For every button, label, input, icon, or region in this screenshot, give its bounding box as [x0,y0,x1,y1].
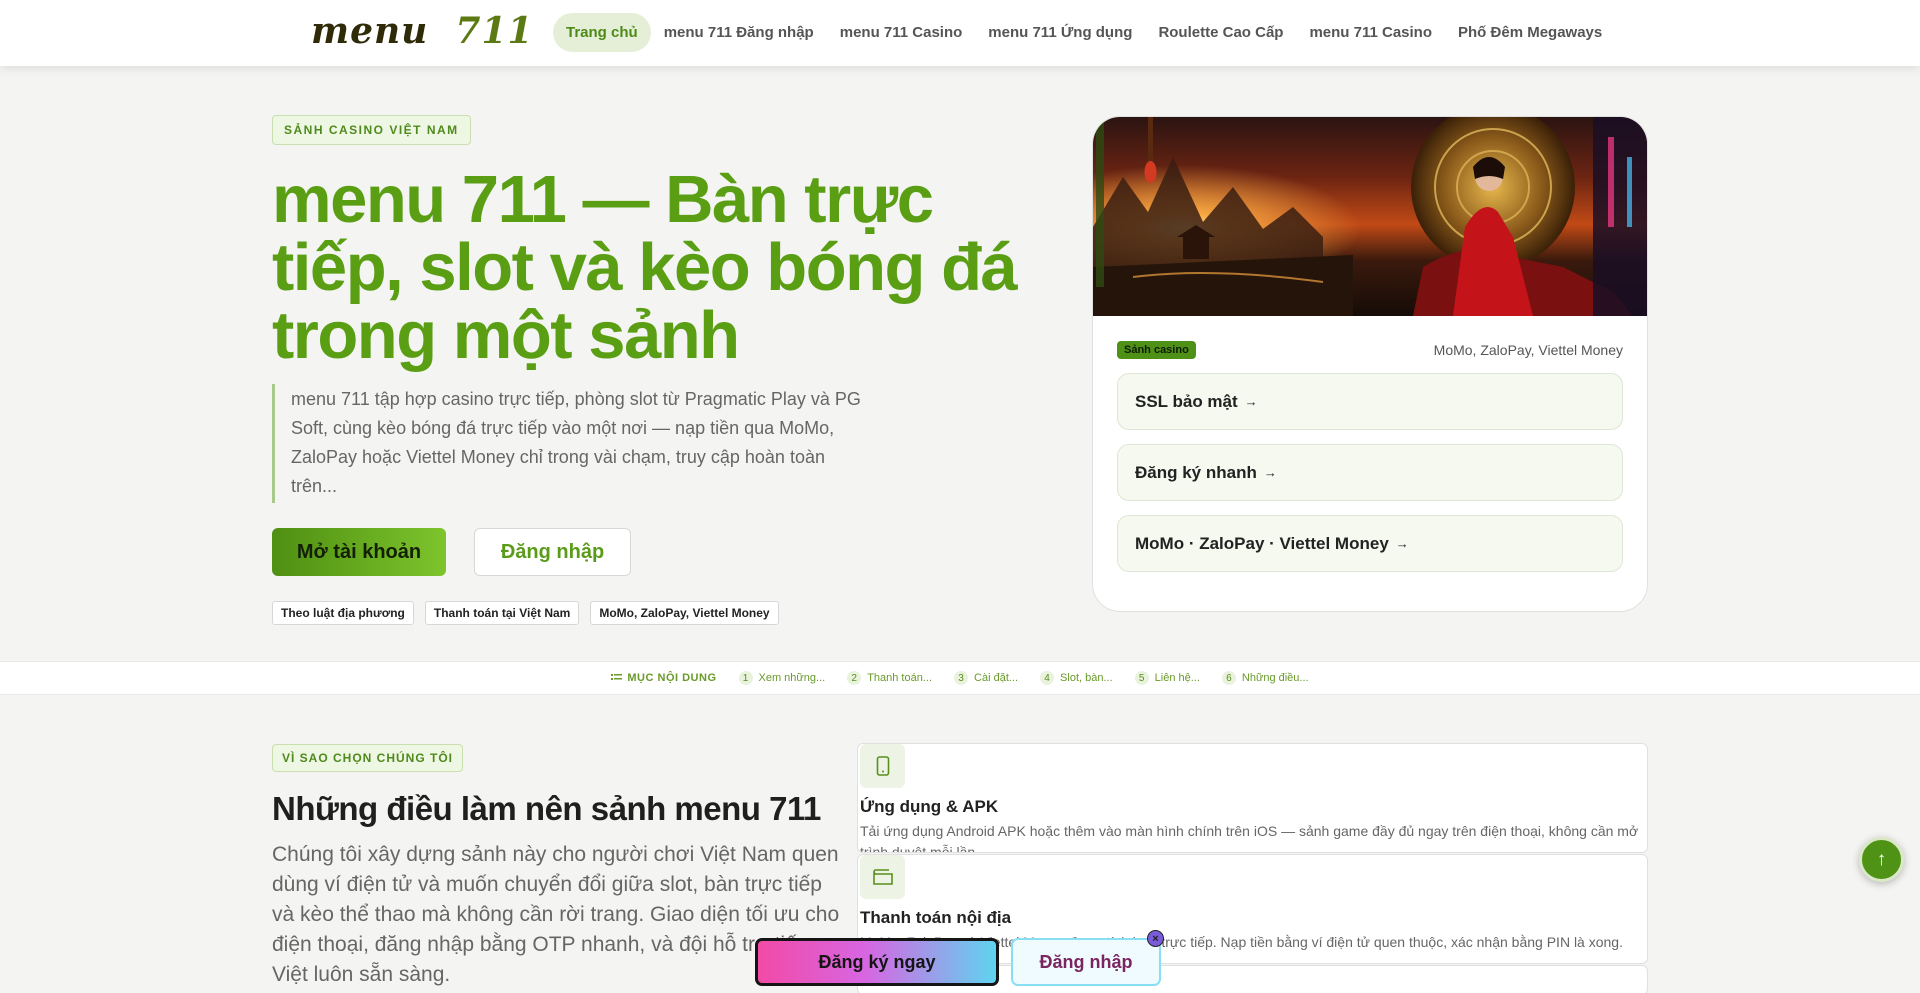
toc-item-number: 5 [1134,671,1149,685]
hero-buttons: Mở tài khoản Đăng nhập [272,528,1032,576]
toc-item-number: 3 [954,671,969,685]
why-eyebrow: VÌ SAO CHỌN CHÚNG TÔI [272,744,464,772]
feature-wallets-label: MoMo · ZaloPay · Viettel Money [1135,533,1389,553]
feature-wallets[interactable]: MoMo · ZaloPay · Viettel Money → [1117,515,1623,572]
toc-item-number: 2 [847,671,862,685]
nav-item-megaways[interactable]: Phố Đêm Megaways [1445,13,1615,52]
toc-item[interactable]: 6 Những điều... [1221,671,1309,685]
chip-wallets: MoMo, ZaloPay, Viettel Money [590,601,779,625]
arrow-right-icon: → [1244,394,1258,409]
table-of-contents: MỤC NỘI DUNG 1 Xem những... 2 Thanh toán..… [0,661,1920,695]
feature-ssl-label: SSL bảo mật [1135,391,1238,411]
why-title: Những điều làm nên sảnh menu 711 [272,790,821,827]
list-icon [611,674,623,680]
toc-item[interactable]: 4 Slot, bàn... [1040,671,1113,685]
toc-item-text: Những điều... [1241,672,1309,684]
toc-item[interactable]: 5 Liên hệ... [1134,671,1200,685]
feature-card-title: Thanh toán nội địa [860,908,1012,927]
hero-lead: menu 711 tập hợp casino trực tiếp, phòng… [272,384,872,503]
toc-item-number: 4 [1040,671,1055,685]
feature-card-app[interactable]: Ứng dụng & APK Tải ứng dụng Android APK … [857,743,1648,853]
nav-item-casino[interactable]: menu 711 Casino [827,13,976,52]
hero-title: menu 711 — Bàn trực tiếp, slot và kèo bó… [272,162,1018,373]
logo-word: menu [311,10,429,52]
hero-card-body: Sảnh casino MoMo, ZaloPay, Viettel Money… [1093,316,1647,597]
nav-item-roulette[interactable]: Roulette Cao Cấp [1145,13,1296,52]
toc-item-text: Liên hệ... [1154,672,1200,684]
hero-section: SẢNH CASINO VIỆT NAM menu 711 — Bàn trực… [272,115,1032,625]
chip-local-law: Theo luật địa phương [272,601,414,625]
toc-item[interactable]: 2 Thanh toán... [847,671,932,685]
hero-chips: Theo luật địa phương Thanh toán tại Việt… [272,601,1032,625]
casino-badge: Sảnh casino [1117,341,1196,359]
nav-item-login[interactable]: menu 711 Đăng nhập [651,13,827,52]
hero-image [1093,117,1647,316]
hero-eyebrow: SẢNH CASINO VIỆT NAM [272,115,471,145]
site-header: menu 711 Trang chủ menu 711 Đăng nhập me… [0,0,1920,66]
feature-quick-signup-label: Đăng ký nhanh [1135,462,1257,482]
phone-icon [860,744,905,788]
hero-card: Sảnh casino MoMo, ZaloPay, Viettel Money… [1092,116,1648,612]
toc-label: MỤC NỘI DUNG [611,672,716,684]
payment-methods-text: MoMo, ZaloPay, Viettel Money [1433,342,1623,358]
scroll-to-top-button[interactable]: ↑ [1859,837,1904,882]
toc-item-text: Xem những... [758,672,826,684]
nav-item-casino-2[interactable]: menu 711 Casino [1296,13,1445,52]
arrow-right-icon: → [1395,536,1409,551]
feature-card-title: Ứng dụng & APK [860,797,999,816]
close-icon[interactable]: × [1147,930,1164,947]
arrow-up-icon: ↑ [1876,848,1887,870]
feature-quick-signup[interactable]: Đăng ký nhanh → [1117,444,1623,501]
arrow-right-icon: → [1263,465,1277,480]
nav-item-home[interactable]: Trang chủ [553,13,651,52]
login-button[interactable]: Đăng nhập [474,528,631,576]
toc-item-text: Slot, bàn... [1060,672,1113,684]
sticky-cta-bar: Đăng ký ngay Đăng nhập [755,938,1161,986]
toc-item-number: 1 [738,671,753,685]
wallet-icon [860,855,905,899]
chip-vn-payment: Thanh toán tại Việt Nam [424,601,580,625]
nav-item-app[interactable]: menu 711 Ứng dụng [975,13,1145,52]
main-nav: Trang chủ menu 711 Đăng nhập menu 711 Ca… [553,13,1615,52]
toc-item-text: Cài đặt... [974,672,1019,684]
logo-number: 711 [455,10,534,52]
feature-card-desc: Tải ứng dụng Android APK hoặc thêm vào m… [860,823,1639,853]
site-logo[interactable]: menu 711 [311,10,534,52]
register-now-button[interactable]: Đăng ký ngay [755,938,999,986]
open-account-button[interactable]: Mở tài khoản [272,528,446,576]
toc-item-text: Thanh toán... [867,672,933,684]
toc-item[interactable]: 3 Cài đặt... [954,671,1018,685]
feature-ssl[interactable]: SSL bảo mật → [1117,373,1623,430]
toc-title: MỤC NỘI DUNG [627,672,717,684]
toc-item-number: 6 [1221,671,1236,685]
toc-item[interactable]: 1 Xem những... [738,671,826,685]
sticky-login-button[interactable]: Đăng nhập [1011,938,1161,986]
